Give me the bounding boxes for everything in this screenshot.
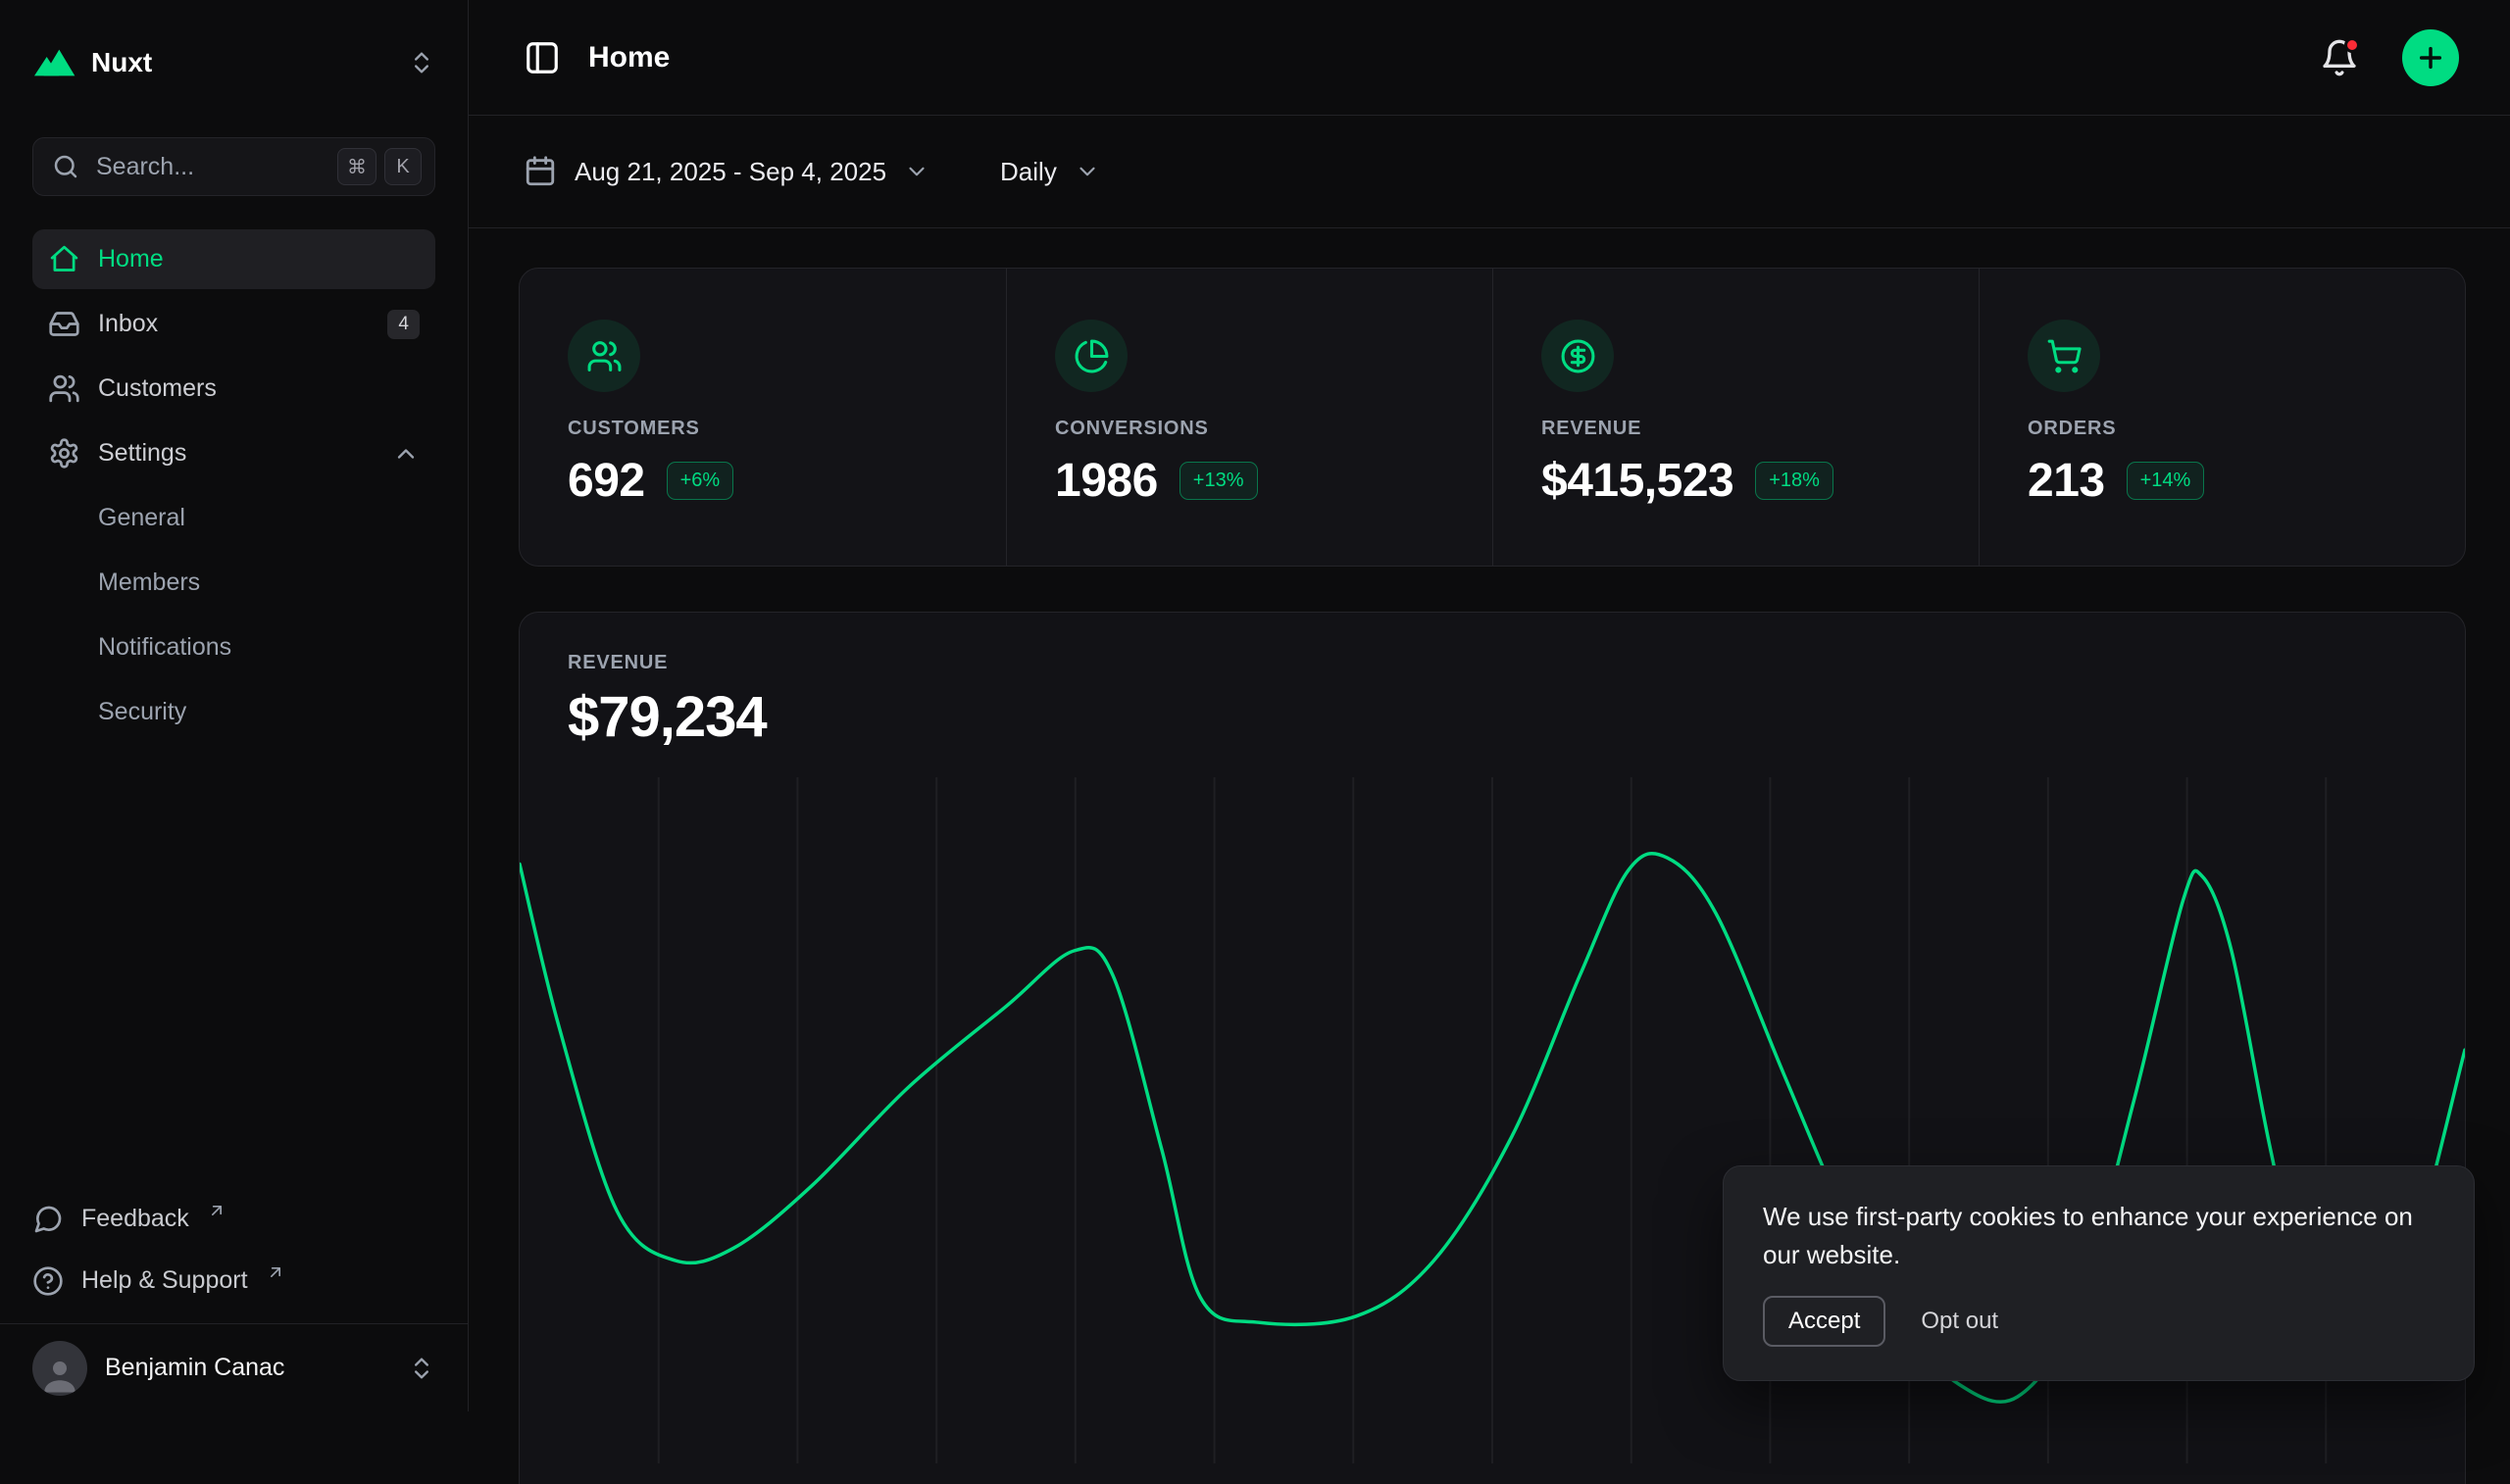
user-name: Benjamin Canac [105, 1354, 284, 1382]
users-icon [568, 320, 640, 392]
cookie-message: We use first-party cookies to enhance yo… [1763, 1198, 2435, 1274]
help-circle-icon [32, 1265, 64, 1297]
sidebar-item-security[interactable]: Security [32, 682, 435, 742]
stat-orders: ORDERS 213 +14% [1979, 269, 2465, 566]
inbox-icon [48, 308, 80, 340]
external-link-icon [266, 1262, 285, 1282]
stat-value: $415,523 [1541, 454, 1733, 508]
revenue-label: REVENUE [568, 652, 2417, 674]
date-range-value: Aug 21, 2025 - Sep 4, 2025 [575, 157, 886, 187]
users-icon [48, 372, 80, 405]
workspace-selector[interactable]: Nuxt [32, 33, 435, 92]
kbd-k: K [384, 148, 422, 185]
sidebar-item-label: Settings [98, 439, 186, 468]
accept-button[interactable]: Accept [1763, 1296, 1885, 1347]
kbd-meta: ⌘ [337, 148, 376, 185]
stat-customers: CUSTOMERS 692 +6% [520, 269, 1006, 566]
notification-dot [2344, 37, 2360, 53]
page-title: Home [588, 41, 670, 74]
sidebar-item-label: Home [98, 245, 164, 273]
inbox-count-badge: 4 [387, 310, 420, 339]
external-link-icon [207, 1201, 226, 1220]
sidebar-item-general[interactable]: General [32, 488, 435, 548]
granularity-select[interactable]: Daily [1000, 157, 1100, 187]
sidebar-toggle-icon[interactable] [524, 39, 561, 76]
sidebar-item-settings[interactable]: Settings [32, 423, 435, 483]
help-support-label: Help & Support [81, 1266, 248, 1295]
feedback-label: Feedback [81, 1205, 189, 1233]
stat-label: CONVERSIONS [1055, 418, 1473, 440]
sidebar-item-home[interactable]: Home [32, 229, 435, 289]
pie-chart-icon [1055, 320, 1128, 392]
chat-bubble-icon [32, 1204, 64, 1235]
stat-value: 692 [568, 454, 645, 508]
stat-value: 1986 [1055, 454, 1158, 508]
filter-bar: Aug 21, 2025 - Sep 4, 2025 Daily [469, 116, 2510, 228]
stat-revenue: REVENUE $415,523 +18% [1492, 269, 1979, 566]
chevrons-up-down-icon [408, 49, 435, 76]
sidebar-item-customers[interactable]: Customers [32, 359, 435, 419]
cookie-actions: Accept Opt out [1763, 1296, 2435, 1347]
sidebar-item-label: Inbox [98, 310, 158, 338]
dollar-circle-icon [1541, 320, 1614, 392]
feedback-link[interactable]: Feedback [32, 1188, 435, 1250]
sidebar-footer: Feedback Help & Support [32, 1188, 435, 1323]
stat-delta-badge: +18% [1755, 462, 1833, 500]
chevron-down-icon [904, 159, 929, 184]
notifications-button[interactable] [2320, 38, 2359, 77]
sidebar-nav: Home Inbox 4 Customers Settings [32, 229, 435, 742]
stat-label: ORDERS [2028, 418, 2445, 440]
stat-label: CUSTOMERS [568, 418, 986, 440]
home-icon [48, 243, 80, 275]
revenue-value: $79,234 [568, 684, 2417, 750]
cookie-banner: We use first-party cookies to enhance yo… [1723, 1165, 2475, 1381]
granularity-value: Daily [1000, 157, 1057, 187]
revenue-card-header: REVENUE $79,234 [520, 613, 2465, 750]
stats-card: CUSTOMERS 692 +6% CONVERSIONS 1986 +13% [519, 268, 2466, 567]
search-input[interactable]: Search... ⌘ K [32, 137, 435, 196]
stat-conversions: CONVERSIONS 1986 +13% [1006, 269, 1492, 566]
stat-delta-badge: +6% [667, 462, 734, 500]
sidebar-item-label: Customers [98, 374, 217, 403]
help-support-link[interactable]: Help & Support [32, 1250, 435, 1311]
topbar: Home [469, 0, 2510, 116]
search-kbd-shortcut: ⌘ K [337, 148, 422, 185]
brand-name: Nuxt [91, 47, 152, 78]
topbar-actions [2320, 29, 2459, 86]
date-range-picker[interactable]: Aug 21, 2025 - Sep 4, 2025 [524, 155, 929, 188]
gear-icon [48, 437, 80, 470]
search-icon [51, 152, 80, 181]
sidebar: Nuxt Search... ⌘ K Home [0, 0, 469, 1411]
sidebar-item-notifications[interactable]: Notifications [32, 618, 435, 677]
opt-out-button[interactable]: Opt out [1921, 1308, 1998, 1335]
stat-label: REVENUE [1541, 418, 1959, 440]
calendar-icon [524, 155, 557, 188]
add-button[interactable] [2402, 29, 2459, 86]
chevron-down-icon [1075, 159, 1100, 184]
user-menu[interactable]: Benjamin Canac [0, 1323, 468, 1411]
sidebar-item-members[interactable]: Members [32, 553, 435, 613]
stat-delta-badge: +13% [1180, 462, 1258, 500]
shopping-cart-icon [2028, 320, 2100, 392]
sidebar-item-inbox[interactable]: Inbox 4 [32, 294, 435, 354]
stat-delta-badge: +14% [2127, 462, 2205, 500]
chevrons-up-down-icon [408, 1355, 435, 1382]
nuxt-logo-icon [32, 47, 75, 78]
avatar [32, 1341, 87, 1396]
stat-value: 213 [2028, 454, 2105, 508]
search-placeholder: Search... [96, 153, 194, 181]
chevron-up-icon [392, 440, 420, 468]
